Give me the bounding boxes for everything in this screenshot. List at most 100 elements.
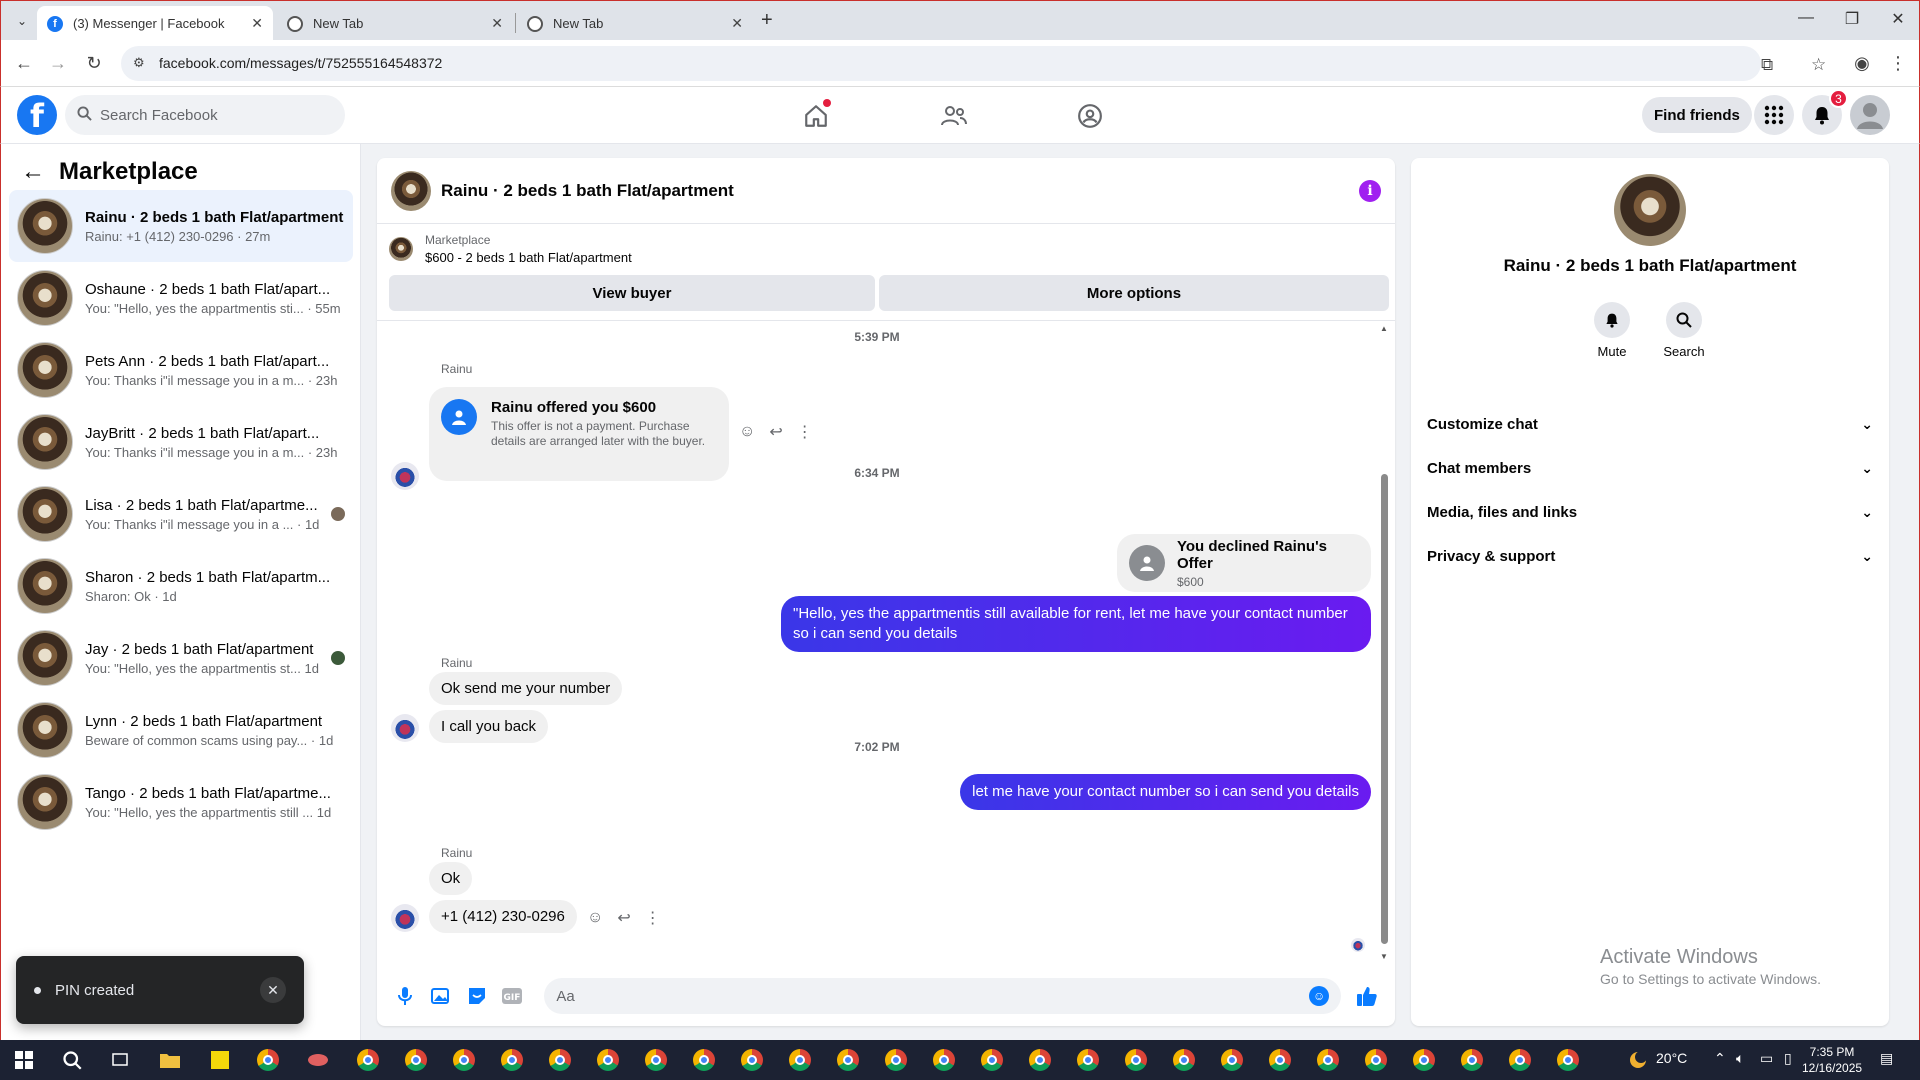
chat-title[interactable]: Rainu · 2 beds 1 bath Flat/apartment xyxy=(441,181,1359,201)
incoming-message[interactable]: Ok xyxy=(429,862,473,895)
react-emoji-icon[interactable]: ☺ xyxy=(739,423,755,441)
gif-icon[interactable]: GIF xyxy=(495,978,531,1014)
chrome-taskbar-icon[interactable] xyxy=(642,1046,670,1074)
window-close-icon[interactable]: ✕ xyxy=(1883,9,1913,29)
emoji-picker-icon[interactable]: ☺ xyxy=(1309,986,1330,1006)
thread-scrollbar[interactable]: ▲ ▼ xyxy=(1379,324,1389,964)
notification-center-icon[interactable]: ▤ xyxy=(1880,1050,1893,1067)
chrome-taskbar-icon[interactable] xyxy=(498,1046,526,1074)
conversation-item-sharon[interactable]: Sharon · 2 beds 1 bath Flat/apartm... Sha… xyxy=(9,550,353,622)
more-dots-icon[interactable]: ⋮ xyxy=(645,908,661,928)
chat-members-section[interactable]: Chat members ⌄ xyxy=(1427,448,1873,488)
task-view-icon[interactable] xyxy=(106,1046,134,1074)
find-friends-button[interactable]: Find friends xyxy=(1642,97,1752,133)
new-tab-plus-icon[interactable]: + xyxy=(761,9,773,32)
groups-nav-icon[interactable] xyxy=(1073,99,1107,133)
chrome-taskbar-icon[interactable] xyxy=(1410,1046,1438,1074)
tab-search-chevron-icon[interactable]: ⌄ xyxy=(11,10,33,32)
network-icon[interactable]: ▭ xyxy=(1760,1050,1773,1067)
chrome-taskbar-icon[interactable] xyxy=(1554,1046,1582,1074)
conversation-item-pets-ann[interactable]: Pets Ann · 2 beds 1 bath Flat/apart... Yo… xyxy=(9,334,353,406)
weather-temperature[interactable]: 20°C xyxy=(1656,1050,1687,1066)
file-explorer-icon[interactable] xyxy=(156,1046,184,1074)
sticker-icon[interactable] xyxy=(459,978,495,1014)
home-nav-icon[interactable] xyxy=(799,99,833,133)
back-arrow-icon[interactable]: ← xyxy=(21,158,45,186)
conversation-avatar[interactable] xyxy=(1614,174,1686,246)
chrome-taskbar-icon[interactable] xyxy=(1458,1046,1486,1074)
more-dots-icon[interactable]: ⋮ xyxy=(797,422,813,442)
declined-offer-card[interactable]: You declined Rainu's Offer $600 xyxy=(1117,534,1371,592)
info-icon[interactable]: i xyxy=(1359,179,1381,202)
conversation-item-oshaune[interactable]: Oshaune · 2 beds 1 bath Flat/apart... You… xyxy=(9,262,353,334)
media-files-links-section[interactable]: Media, files and links ⌄ xyxy=(1427,492,1873,532)
notifications-bell-icon[interactable]: 3 xyxy=(1802,89,1848,135)
chrome-taskbar-icon[interactable] xyxy=(594,1046,622,1074)
reply-icon[interactable]: ↩ xyxy=(769,422,782,442)
scroll-up-arrow-icon[interactable]: ▲ xyxy=(1380,324,1388,333)
chrome-taskbar-icon[interactable] xyxy=(1362,1046,1390,1074)
omnibox[interactable]: ⚙ facebook.com/messages/t/75255516454837… xyxy=(121,46,1826,81)
chrome-taskbar-icon[interactable] xyxy=(450,1046,478,1074)
menu-grid-icon[interactable] xyxy=(1754,95,1794,135)
view-buyer-button[interactable]: View buyer xyxy=(389,275,875,311)
taskbar-clock[interactable]: 7:35 PM 12/16/2025 xyxy=(1802,1044,1862,1076)
sender-avatar[interactable] xyxy=(391,714,419,742)
windows-start-icon[interactable] xyxy=(10,1046,38,1074)
privacy-support-section[interactable]: Privacy & support ⌄ xyxy=(1427,536,1873,576)
tab-close-icon[interactable]: ✕ xyxy=(491,15,503,32)
weather-moon-icon[interactable] xyxy=(1624,1046,1652,1074)
conversation-item-lisa[interactable]: Lisa · 2 beds 1 bath Flat/apartme... You:… xyxy=(9,478,353,550)
browser-tab-newtab-2[interactable]: New Tab ✕ xyxy=(517,6,753,41)
chrome-taskbar-icon[interactable] xyxy=(690,1046,718,1074)
chat-avatar[interactable] xyxy=(391,170,431,211)
chrome-taskbar-icon[interactable] xyxy=(1506,1046,1534,1074)
site-settings-icon[interactable]: ⚙ xyxy=(133,55,149,71)
tab-close-icon[interactable]: ✕ xyxy=(251,15,263,32)
chrome-taskbar-icon[interactable] xyxy=(1074,1046,1102,1074)
incoming-message[interactable]: +1 (412) 230-0296 xyxy=(429,900,577,933)
microphone-icon[interactable] xyxy=(387,978,423,1014)
chrome-taskbar-icon[interactable] xyxy=(402,1046,430,1074)
sender-avatar[interactable] xyxy=(391,904,419,932)
forward-arrow-icon[interactable]: → xyxy=(45,50,71,76)
scroll-down-arrow-icon[interactable]: ▼ xyxy=(1380,952,1388,961)
sticky-notes-icon[interactable] xyxy=(206,1046,234,1074)
profile-icon[interactable]: ◉ xyxy=(1849,50,1875,76)
conversation-item-jay[interactable]: Jay · 2 beds 1 bath Flat/apartment You: "… xyxy=(9,622,353,694)
thumbs-up-icon[interactable] xyxy=(1349,978,1385,1014)
customize-chat-section[interactable]: Customize chat ⌄ xyxy=(1427,404,1873,444)
chrome-taskbar-icon[interactable] xyxy=(1266,1046,1294,1074)
mute-button[interactable]: Mute xyxy=(1582,302,1642,359)
reload-icon[interactable]: ↻ xyxy=(81,50,107,76)
chrome-taskbar-icon[interactable] xyxy=(254,1046,282,1074)
chrome-taskbar-icon[interactable] xyxy=(786,1046,814,1074)
chrome-taskbar-icon[interactable] xyxy=(834,1046,862,1074)
outgoing-message[interactable]: "Hello, yes the appartmentis still avail… xyxy=(781,596,1371,652)
more-options-button[interactable]: More options xyxy=(879,275,1389,311)
chrome-taskbar-icon[interactable] xyxy=(1218,1046,1246,1074)
friends-nav-icon[interactable] xyxy=(937,99,971,133)
battery-icon[interactable]: ▯ xyxy=(1784,1050,1792,1067)
chrome-taskbar-icon[interactable] xyxy=(738,1046,766,1074)
browser-tab-newtab-1[interactable]: New Tab ✕ xyxy=(277,6,513,41)
chrome-taskbar-icon[interactable] xyxy=(1122,1046,1150,1074)
listing-title[interactable]: $600 - 2 beds 1 bath Flat/apartment xyxy=(425,250,632,265)
toast-close-icon[interactable]: ✕ xyxy=(260,977,286,1003)
browser-tab-messenger[interactable]: f (3) Messenger | Facebook ✕ xyxy=(37,6,273,41)
message-input[interactable] xyxy=(556,987,1310,1005)
volume-icon[interactable]: 🔈︎ xyxy=(1736,1050,1744,1067)
app-taskbar-icon[interactable] xyxy=(304,1046,332,1074)
message-input-box[interactable]: ☺ xyxy=(544,978,1342,1014)
chrome-taskbar-icon[interactable] xyxy=(546,1046,574,1074)
chrome-taskbar-icon[interactable] xyxy=(354,1046,382,1074)
restore-icon[interactable]: ❐ xyxy=(1837,9,1867,29)
facebook-search-input[interactable] xyxy=(100,106,320,124)
install-app-icon[interactable]: ⧉ xyxy=(1761,55,1773,75)
chrome-taskbar-icon[interactable] xyxy=(930,1046,958,1074)
conversation-item-rainu[interactable]: Rainu · 2 beds 1 bath Flat/apartment Rain… xyxy=(9,190,353,262)
facebook-logo-icon[interactable]: f xyxy=(17,95,57,135)
conversation-item-tango[interactable]: Tango · 2 beds 1 bath Flat/apartme... You… xyxy=(9,766,353,838)
chrome-taskbar-icon[interactable] xyxy=(1026,1046,1054,1074)
kebab-menu-icon[interactable]: ⋮ xyxy=(1885,50,1911,76)
